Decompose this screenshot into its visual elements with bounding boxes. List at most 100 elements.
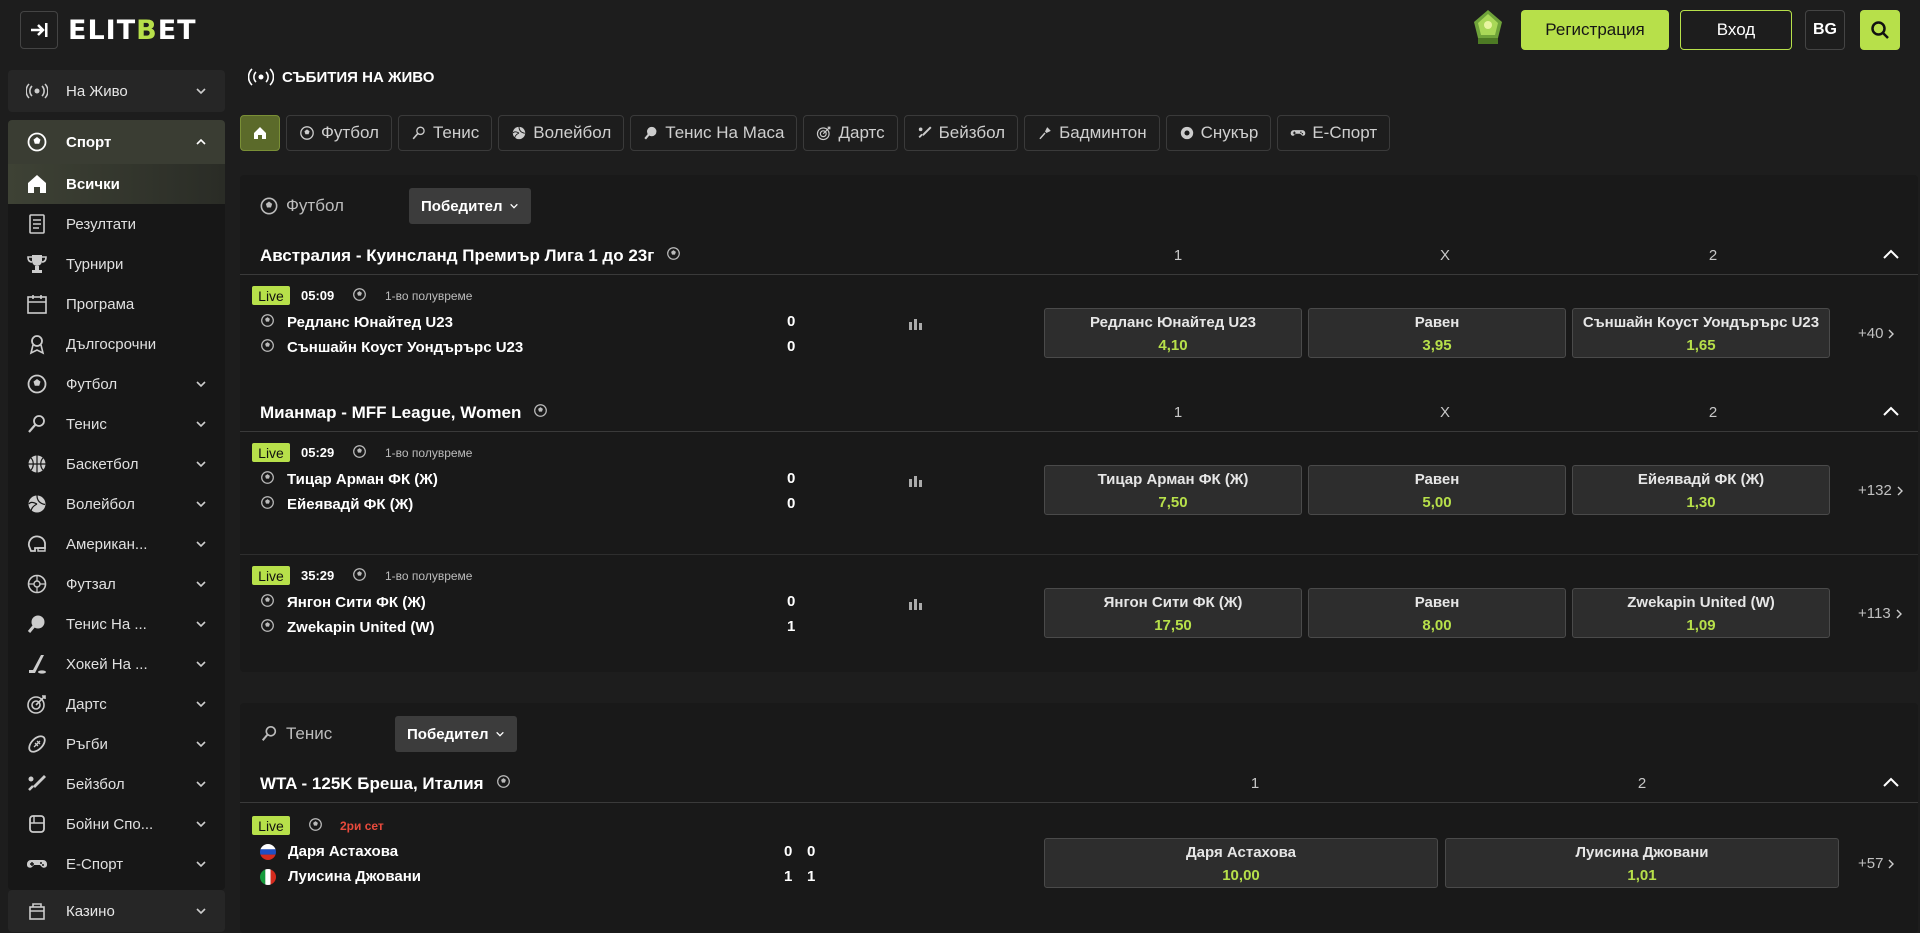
odd-button-1[interactable]: Тицар Арман ФК (Ж) 7,50 — [1044, 465, 1302, 515]
register-button[interactable]: Регистрация — [1521, 10, 1669, 50]
tab-football[interactable]: Футбол — [286, 115, 392, 151]
odd-button-2[interactable]: Съншайн Коуст Уондърърс U23 1,65 — [1572, 308, 1830, 358]
statistics-button[interactable] — [908, 597, 924, 615]
odd-button-2[interactable]: Луисина Джовани 1,01 — [1445, 838, 1839, 888]
chevron-right-icon — [1896, 609, 1902, 618]
tab-snooker[interactable]: Снукър — [1165, 115, 1272, 151]
chevron-down-icon — [196, 701, 206, 708]
tab-baseball[interactable]: Бейзбол — [903, 115, 1019, 151]
statistics-button[interactable] — [908, 317, 924, 335]
sidebar-item-football[interactable]: Футбол — [8, 364, 225, 404]
sidebar-item-volleyball[interactable]: Волейбол — [8, 484, 225, 524]
sidebar-item-baseball[interactable]: Бейзбол — [8, 764, 225, 804]
sidebar-toggle-icon[interactable] — [20, 11, 58, 49]
helmet-icon — [26, 533, 48, 555]
sidebar-item-trophy[interactable]: Турнири — [8, 244, 225, 284]
sidebar-item-fight[interactable]: Бойни Спо... — [8, 804, 225, 844]
more-markets-link[interactable]: +113 — [1858, 605, 1903, 622]
away-player[interactable]: Луисина Джовани — [260, 868, 421, 885]
sidebar-item-hockey[interactable]: Хокей На ... — [8, 644, 225, 684]
chevron-down-icon — [196, 621, 206, 628]
sidebar-item-label: Американ... — [66, 535, 148, 553]
sidebar-item-futsal[interactable]: Футзал — [8, 564, 225, 604]
odd-button-1[interactable]: Редланс Юнайтед U23 4,10 — [1044, 308, 1302, 358]
sidebar-item-label: Тенис — [66, 415, 107, 433]
league-header[interactable]: Австралия - Куинсланд Премиър Лига 1 до … — [240, 237, 1918, 275]
sidebar-item-rugby[interactable]: Ръгби — [8, 724, 225, 764]
tab-gamepad[interactable]: Е-Спорт — [1277, 115, 1391, 151]
tab-label: Е-Спорт — [1312, 123, 1378, 142]
home-team[interactable]: Редланс Юнайтед U23 — [260, 313, 453, 332]
table-tennis-icon — [644, 126, 657, 140]
sidebar-item-award[interactable]: Дългосрочни — [8, 324, 225, 364]
login-button[interactable]: Вход — [1680, 10, 1792, 50]
more-markets-link[interactable]: +40 — [1858, 325, 1895, 342]
odd-button-x[interactable]: Равен 8,00 — [1308, 588, 1566, 638]
sidebar-item-calendar[interactable]: Програма — [8, 284, 225, 324]
col-header-2: 2 — [1637, 775, 1647, 792]
odd-button-1[interactable]: Даря Астахова 10,00 — [1044, 838, 1438, 888]
logo[interactable]: ELITBET — [20, 11, 197, 49]
tab-home[interactable] — [240, 115, 280, 151]
tab-volleyball[interactable]: Волейбол — [498, 115, 625, 151]
chevron-up-icon — [1883, 777, 1899, 787]
away-team[interactable]: Съншайн Коуст Уондърърс U23 — [260, 338, 523, 357]
language-button[interactable]: BG — [1805, 10, 1845, 50]
col-header-2: 2 — [1708, 404, 1718, 421]
sidebar-item-home[interactable]: Всички — [8, 164, 225, 204]
trophy-icon[interactable] — [1466, 8, 1510, 50]
football-icon — [260, 470, 275, 489]
home-team[interactable]: Янгон Сити ФК (Ж) — [260, 593, 426, 612]
home-score: 0 — [787, 593, 796, 610]
more-markets-link[interactable]: +132 — [1858, 482, 1904, 499]
chevron-down-icon — [196, 661, 206, 668]
statistics-icon — [909, 319, 922, 330]
match-period: 2ри сет — [340, 819, 384, 833]
sidebar-casino[interactable]: Казино — [8, 890, 225, 932]
sidebar-item-helmet[interactable]: Американ... — [8, 524, 225, 564]
tab-darts[interactable]: Дартс — [803, 115, 898, 151]
sidebar-item-table-tennis[interactable]: Тенис На ... — [8, 604, 225, 644]
sidebar-item-darts[interactable]: Дартс — [8, 684, 225, 724]
tab-label: Дартс — [838, 123, 885, 142]
league-header[interactable]: Мианмар - MFF League, Women 1 X 2 — [240, 394, 1918, 432]
home-team[interactable]: Тицар Арман ФК (Ж) — [260, 470, 438, 489]
sidebar-live[interactable]: На Живо — [8, 70, 225, 112]
odd-button-2[interactable]: Ейеявадй ФК (Ж) 1,30 — [1572, 465, 1830, 515]
away-team[interactable]: Ейеявадй ФК (Ж) — [260, 495, 413, 514]
collapse-button[interactable] — [1882, 247, 1900, 265]
market-select[interactable]: Победител — [409, 188, 531, 224]
sidebar-item-results[interactable]: Резултати — [8, 204, 225, 244]
odd-button-2[interactable]: Zwekapin United (W) 1,09 — [1572, 588, 1830, 638]
statistics-button[interactable] — [908, 474, 924, 492]
sidebar-item-gamepad[interactable]: Е-Спорт — [8, 844, 225, 884]
collapse-button[interactable] — [1882, 775, 1900, 793]
market-select[interactable]: Победител — [395, 716, 517, 752]
league-name: Мианмар - MFF League, Women — [260, 403, 548, 423]
sidebar-item-basketball[interactable]: Баскетбол — [8, 444, 225, 484]
match-row: Live 2ри сет Даря Астахова Луисина Джовани 0… — [240, 804, 1918, 914]
odd-button-x[interactable]: Равен 3,95 — [1308, 308, 1566, 358]
live-badge: Live — [252, 443, 290, 462]
more-markets-link[interactable]: +57 — [1858, 855, 1895, 872]
tab-table-tennis[interactable]: Тенис На Маса — [630, 115, 798, 151]
football-icon — [666, 246, 681, 266]
darts-icon — [26, 693, 48, 715]
odd-button-x[interactable]: Равен 5,00 — [1308, 465, 1566, 515]
league-header[interactable]: WTA - 125K Бреша, Италия 1 2 — [240, 765, 1918, 803]
home-score-set1: 0 — [784, 843, 793, 860]
away-team[interactable]: Zwekapin United (W) — [260, 618, 435, 637]
sidebar-sport[interactable]: Спорт — [8, 120, 225, 164]
away-score: 0 — [787, 495, 796, 512]
tab-label: Бейзбол — [938, 123, 1006, 142]
fight-icon — [26, 813, 48, 835]
odd-button-1[interactable]: Янгон Сити ФК (Ж) 17,50 — [1044, 588, 1302, 638]
search-button[interactable] — [1860, 10, 1900, 50]
home-player[interactable]: Даря Астахова — [260, 843, 398, 860]
tab-badminton[interactable]: Бадминтон — [1024, 115, 1160, 151]
football-icon — [26, 131, 48, 153]
tab-tennis[interactable]: Тенис — [397, 115, 493, 151]
sidebar-item-tennis[interactable]: Тенис — [8, 404, 225, 444]
collapse-button[interactable] — [1882, 404, 1900, 422]
volleyball-icon — [26, 493, 48, 515]
